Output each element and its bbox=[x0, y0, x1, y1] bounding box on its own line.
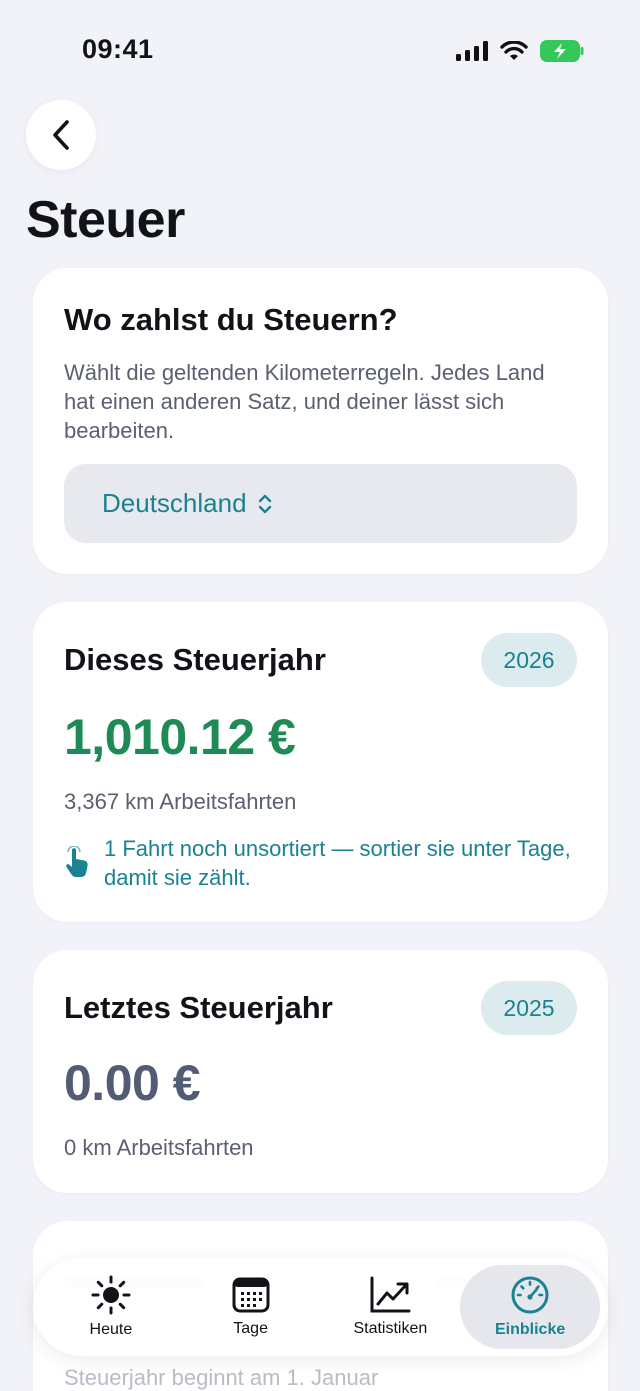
tab-statistiken[interactable]: Statistiken bbox=[321, 1265, 461, 1349]
sun-icon bbox=[91, 1275, 131, 1315]
tab-label: Einblicke bbox=[495, 1321, 566, 1338]
last-year-heading: Letztes Steuerjahr bbox=[64, 990, 333, 1025]
signal-icon bbox=[456, 41, 488, 61]
page-title: Steuer bbox=[26, 191, 185, 249]
year-badge: 2026 bbox=[481, 633, 577, 687]
tab-einblicke[interactable]: Einblicke bbox=[460, 1265, 600, 1349]
status-bar: 09:41 bbox=[0, 0, 640, 100]
unsorted-trip-hint-text: 1 Fahrt noch unsortiert — sortier sie un… bbox=[104, 836, 571, 890]
back-button[interactable] bbox=[26, 100, 96, 170]
this-year-amount: 1,010.12 € bbox=[64, 709, 296, 765]
chart-icon bbox=[370, 1276, 411, 1313]
last-tax-year-card: Letztes Steuerjahr 2025 0.00 € 0 km Arbe… bbox=[33, 950, 608, 1193]
tab-label: Statistiken bbox=[353, 1320, 428, 1337]
tab-label: Tage bbox=[233, 1320, 268, 1337]
wifi-icon bbox=[500, 41, 528, 60]
this-tax-year-card: Dieses Steuerjahr 2026 1,010.12 € 3,367 … bbox=[33, 602, 608, 922]
last-year-amount: 0.00 € bbox=[64, 1055, 201, 1111]
unsorted-trip-hint[interactable]: 1 Fahrt noch unsortiert — sortier sie un… bbox=[64, 834, 584, 892]
hand-tap-icon bbox=[66, 846, 88, 877]
chevron-up-down-icon bbox=[258, 494, 271, 513]
tax-year-start-note: Steuerjahr beginnt am 1. Januar bbox=[64, 1365, 379, 1390]
tab-heute[interactable]: Heute bbox=[41, 1265, 181, 1349]
this-year-km: 3,367 km Arbeitsfahrten bbox=[64, 789, 297, 814]
this-year-heading: Dieses Steuerjahr bbox=[64, 642, 326, 677]
country-select[interactable]: Deutschland bbox=[64, 464, 577, 543]
status-icons bbox=[456, 40, 584, 62]
calendar-icon bbox=[232, 1277, 270, 1313]
gauge-icon bbox=[511, 1276, 549, 1314]
chevron-left-icon bbox=[53, 120, 69, 150]
battery-icon bbox=[540, 40, 584, 62]
screen: 09:41 Steuer Wo zahlst du Steuern? Wählt… bbox=[0, 0, 640, 1391]
country-card-description: Wählt die geltenden Kilometerregeln. Jed… bbox=[64, 360, 545, 443]
year-badge: 2025 bbox=[481, 981, 577, 1035]
tab-bar: Heute Tage Statistiken Einblicke bbox=[33, 1258, 608, 1356]
country-card-heading: Wo zahlst du Steuern? bbox=[64, 302, 398, 337]
last-year-km: 0 km Arbeitsfahrten bbox=[64, 1135, 254, 1160]
country-select-value: Deutschland bbox=[102, 488, 247, 518]
country-card: Wo zahlst du Steuern? Wählt die geltende… bbox=[33, 268, 608, 574]
status-time: 09:41 bbox=[82, 34, 154, 64]
tab-label: Heute bbox=[89, 1321, 133, 1338]
tab-tage[interactable]: Tage bbox=[181, 1265, 321, 1349]
